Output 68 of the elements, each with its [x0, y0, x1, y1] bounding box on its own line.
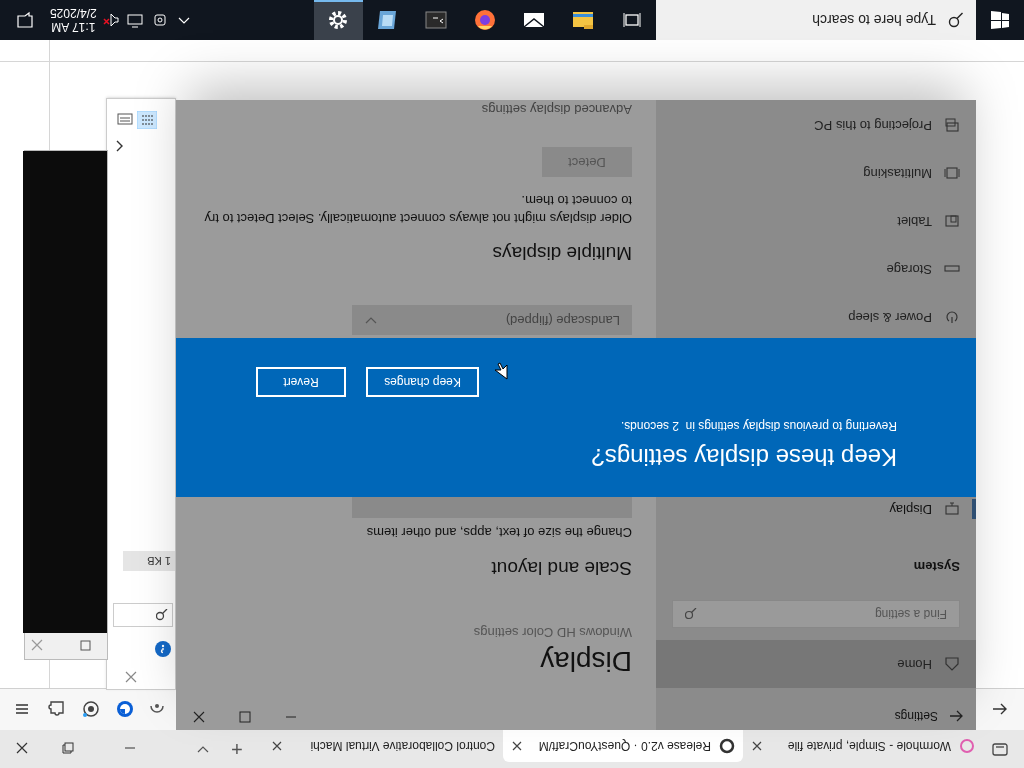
dialog-button[interactable]: Keep changes	[366, 367, 479, 397]
nav-item[interactable]: Display	[656, 485, 976, 533]
advanced-display-settings-link[interactable]: Advanced display settings	[481, 100, 632, 120]
multitasking-icon	[944, 165, 960, 181]
search-icon	[948, 12, 964, 28]
browser-tab[interactable]: Wormhole - Simple, private file	[743, 730, 983, 762]
browser-tab[interactable]: Control Collaborative Virtual Machi	[263, 730, 503, 762]
windows-logo-icon[interactable]	[991, 11, 1009, 29]
projecting-icon	[944, 117, 960, 133]
close-icon[interactable]	[751, 740, 763, 752]
dialog-title: Keep these display settings?	[591, 443, 897, 471]
search-icon	[685, 608, 697, 620]
dialog-button[interactable]: Revert	[256, 367, 346, 397]
search-field[interactable]: Find a setting	[672, 600, 960, 628]
maximize-icon[interactable]	[239, 710, 251, 723]
section-heading: Scale and layout	[490, 557, 632, 582]
browser-tab[interactable]: Release v2.0 · QuestYouCraft/M	[503, 730, 743, 762]
tablet-icon	[944, 213, 960, 229]
search-icon	[156, 609, 168, 621]
nav-item[interactable]: Tablet	[656, 197, 976, 245]
profile-icon[interactable]	[116, 700, 134, 719]
details-view-icon[interactable]	[137, 111, 157, 129]
close-icon[interactable]	[511, 740, 523, 752]
section-heading: Multiple displays	[491, 242, 632, 267]
taskbar-app-button[interactable]	[314, 0, 363, 40]
help-icon	[155, 641, 171, 657]
home-nav-item[interactable]: Home	[656, 640, 976, 688]
maximize-icon[interactable]	[80, 640, 91, 651]
taskbar-search-field[interactable]: Type here to search	[656, 0, 976, 40]
close-icon[interactable]	[16, 742, 28, 754]
restore-icon[interactable]	[62, 742, 74, 754]
task-view-icon	[623, 11, 641, 29]
notification-icon[interactable]	[16, 11, 34, 29]
meet-icon[interactable]	[152, 12, 167, 28]
tab-favicon-icon	[959, 738, 975, 754]
puzzle-piece-icon[interactable]	[48, 700, 66, 719]
terminal-icon	[425, 9, 448, 31]
back-arrow-icon[interactable]	[950, 709, 964, 724]
hd-color-link[interactable]: Windows HD Color settings	[473, 622, 632, 642]
tab-favicon-icon	[719, 738, 735, 754]
volume-muted-icon[interactable]	[102, 12, 119, 28]
view-toggle-icon[interactable]	[117, 111, 133, 127]
power-icon	[944, 309, 960, 325]
home-icon	[944, 656, 960, 672]
nav-item[interactable]: Storage	[656, 245, 976, 293]
file-size-cell: 1 KB	[123, 551, 175, 571]
settings-icon	[327, 9, 350, 31]
display-icon	[944, 501, 960, 517]
dialog-message: Reverting to previous display settings in 2 seconds.	[619, 418, 897, 435]
photos-icon	[376, 9, 399, 31]
nav-item[interactable]: Projecting to this PC	[656, 101, 976, 149]
setting-description: Change the size of text, apps, and other items	[365, 523, 632, 542]
setting-description: Older displays might not always connect automatically. Select Detect to try to connect to them.	[203, 191, 632, 227]
mouse-cursor-icon	[494, 362, 508, 380]
clock[interactable]: 1:17 AM 2/4/2025	[50, 6, 97, 34]
tab-actions-icon[interactable]	[991, 740, 1009, 758]
orientation-dropdown[interactable]: Landscape (flipped)	[352, 305, 632, 335]
nav-item[interactable]: Multitasking	[656, 149, 976, 197]
new-tab-button[interactable]: +	[223, 736, 251, 762]
search-field[interactable]	[113, 603, 173, 627]
close-icon[interactable]	[271, 740, 283, 752]
page-title: Display	[540, 644, 632, 678]
section-heading: System	[912, 558, 960, 576]
firefox-icon	[474, 9, 497, 31]
explorer-icon	[572, 9, 595, 31]
close-icon[interactable]	[193, 710, 205, 723]
nav-item[interactable]: Power & sleep	[656, 293, 976, 341]
window-title: Settings	[894, 708, 938, 726]
